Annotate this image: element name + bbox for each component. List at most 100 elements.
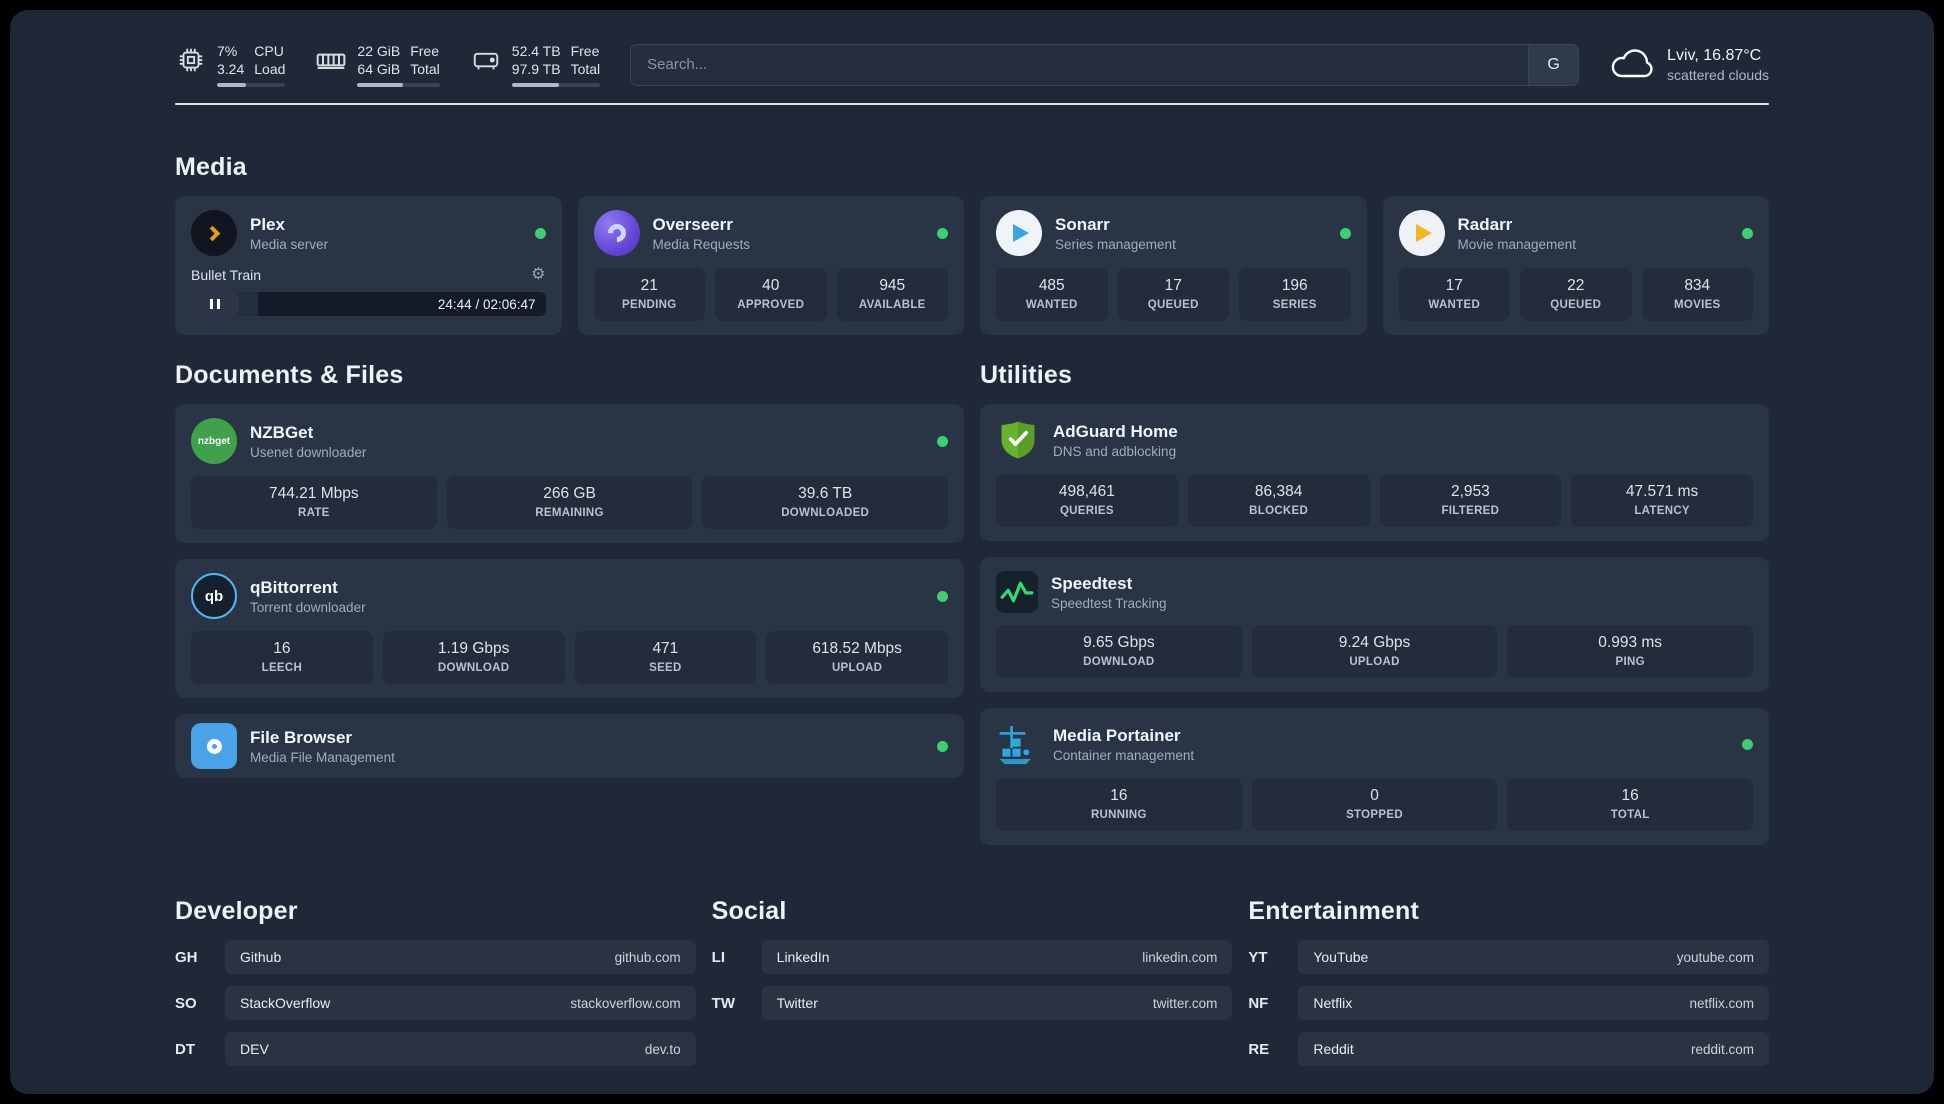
section-title-media: Media: [175, 153, 247, 182]
bookmark-name: Reddit: [1313, 1041, 1354, 1058]
app-link-portainer[interactable]: Media Portainer Container management: [996, 722, 1753, 766]
bookmark-row: GH Github github.com: [175, 940, 696, 975]
app-link-qbittorrent[interactable]: qb qBittorrent Torrent downloader: [191, 573, 948, 620]
app-name: File Browser: [250, 727, 353, 747]
bookmark-abbr: YT: [1248, 948, 1268, 966]
sonarr-icon: [996, 210, 1042, 257]
disk-bar: [511, 83, 601, 88]
app-name: Speedtest: [1051, 573, 1133, 593]
disk-total-value: 97.9 TB: [511, 61, 561, 78]
app-link-filebrowser[interactable]: File Browser Media File Management: [191, 723, 948, 770]
app-subtitle: Media Requests: [652, 236, 751, 252]
stat-value: 618.52 Mbps: [812, 640, 902, 658]
app-link-sonarr[interactable]: Sonarr Series management: [996, 210, 1351, 257]
stat-label: QUEUED: [1550, 299, 1602, 312]
search-engine-button[interactable]: G: [1528, 44, 1579, 85]
stat-label: LATENCY: [1634, 505, 1690, 518]
bookmark-abbr: NF: [1248, 994, 1269, 1012]
stat-value: 17: [1164, 277, 1182, 295]
app-subtitle: Movie management: [1457, 236, 1577, 252]
weather-widget: Lviv, 16.87°C scattered clouds: [1609, 47, 1769, 83]
cpu-label-top: CPU: [254, 43, 284, 59]
stat-value: 47.571 ms: [1625, 483, 1699, 501]
ram-free-value: 22 GiB: [357, 43, 401, 59]
bookmark-abbr: SO: [175, 994, 197, 1012]
stat-value: 471: [652, 640, 679, 658]
media-progress-bar[interactable]: 24:44 / 02:06:47: [191, 292, 546, 317]
section-documents: Documents & Files nzbget NZBGet Usenet d…: [175, 361, 964, 794]
topbar: 7% 3.24 CPU Load 22 GiB 64 GiB Free Tota…: [175, 42, 1769, 88]
stat-tile: 618.52 Mbps UPLOAD: [766, 631, 948, 685]
stat-tile: 40 APPROVED: [715, 268, 827, 322]
stat-label: TOTAL: [1610, 809, 1650, 822]
stat-value: 40: [762, 277, 780, 295]
stat-label: UPLOAD: [831, 662, 883, 675]
stat-value: 9.65 Gbps: [1083, 634, 1155, 652]
gear-icon[interactable]: [531, 267, 545, 283]
stat-value: 834: [1684, 277, 1711, 295]
plex-icon: [191, 210, 237, 257]
bookmark-name: StackOverflow: [240, 995, 331, 1012]
app-subtitle: Torrent downloader: [250, 599, 366, 615]
bookmark-link[interactable]: LinkedIn linkedin.com: [761, 940, 1233, 975]
stat-label: SEED: [649, 662, 682, 675]
app-card-qbittorrent: qb qBittorrent Torrent downloader 16 LEEC…: [175, 559, 964, 699]
bookmark-url: youtube.com: [1676, 949, 1754, 965]
ram-icon: [315, 44, 347, 76]
cpu-icon: [175, 44, 207, 76]
topbar-divider: [175, 103, 1769, 106]
stat-value: 17: [1445, 277, 1463, 295]
app-link-nzbget[interactable]: nzbget NZBGet Usenet downloader: [191, 418, 948, 465]
stat-label: PENDING: [622, 299, 677, 312]
bookmark-link[interactable]: Reddit reddit.com: [1298, 1032, 1769, 1067]
portainer-icon: [996, 722, 1040, 766]
bookmark-link[interactable]: Twitter twitter.com: [761, 986, 1233, 1021]
stats-row: 17 WANTED 22 QUEUED 834 MOVIES: [1398, 268, 1753, 322]
ram-total-value: 64 GiB: [357, 61, 401, 78]
bookmark-row: TW Twitter twitter.com: [712, 986, 1233, 1021]
bookmark-group-developer: Developer GH Github github.com SO StackOverf…: [175, 897, 696, 1078]
stat-value: 945: [879, 277, 906, 295]
stat-tile: 0.993 ms PING: [1507, 625, 1754, 679]
filebrowser-icon: [191, 723, 237, 770]
stats-row: 744.21 Mbps RATE 266 GB REMAINING 39.6 TB DOW…: [191, 476, 949, 530]
app-card-nzbget: nzbget NZBGet Usenet downloader 744.21 M…: [175, 404, 964, 544]
section-title-developer: Developer: [175, 897, 298, 926]
bookmark-link[interactable]: DEV dev.to: [225, 1032, 696, 1067]
status-dot-online: [937, 227, 948, 239]
section-title-documents: Documents & Files: [175, 361, 404, 390]
status-dot-online: [937, 740, 948, 752]
section-title-social: Social: [711, 897, 787, 926]
pause-button[interactable]: [191, 292, 239, 317]
bookmark-link[interactable]: YouTube youtube.com: [1298, 940, 1769, 975]
app-link-radarr[interactable]: Radarr Movie management: [1398, 210, 1753, 257]
stat-label: MOVIES: [1673, 299, 1721, 312]
bookmark-link[interactable]: Netflix netflix.com: [1298, 986, 1769, 1021]
stat-label: PING: [1615, 656, 1645, 669]
app-link-adguard[interactable]: AdGuard Home DNS and adblocking: [996, 418, 1753, 462]
qbittorrent-icon-text: qb: [204, 587, 224, 605]
app-link-plex[interactable]: Plex Media server: [191, 210, 546, 257]
app-card-adguard: AdGuard Home DNS and adblocking 498,461 Q…: [980, 404, 1769, 542]
app-link-overseerr[interactable]: Overseerr Media Requests: [593, 210, 948, 257]
app-subtitle: DNS and adblocking: [1053, 443, 1177, 459]
overseerr-icon: [593, 210, 640, 257]
bookmark-name: Twitter: [776, 995, 818, 1012]
cpu-bar: [217, 83, 286, 88]
stats-row: 498,461 QUERIES 86,384 BLOCKED 2,953 FILTERED…: [996, 474, 1753, 528]
app-link-speedtest[interactable]: Speedtest Speedtest Tracking: [996, 571, 1753, 614]
search-input[interactable]: [631, 44, 1529, 85]
bookmark-row: NF Netflix netflix.com: [1248, 986, 1769, 1021]
bookmark-link[interactable]: StackOverflow stackoverflow.com: [225, 986, 696, 1021]
bookmark-link[interactable]: Github github.com: [225, 940, 696, 975]
bookmark-list: LI LinkedIn linkedin.com TW Twitter twitter.c…: [712, 940, 1233, 1021]
stat-value: 16: [1621, 787, 1639, 805]
stat-value: 21: [640, 277, 658, 295]
stat-tile: 498,461 QUERIES: [996, 474, 1178, 528]
stat-value: 16: [273, 640, 291, 658]
disk-label-top: Free: [570, 43, 600, 59]
app-card-sonarr: Sonarr Series management 485 WANTED 17 QUEU…: [980, 196, 1367, 336]
stat-value: 1.19 Gbps: [437, 640, 510, 658]
stat-value: 196: [1281, 277, 1308, 295]
bookmark-abbr: RE: [1248, 1040, 1270, 1058]
